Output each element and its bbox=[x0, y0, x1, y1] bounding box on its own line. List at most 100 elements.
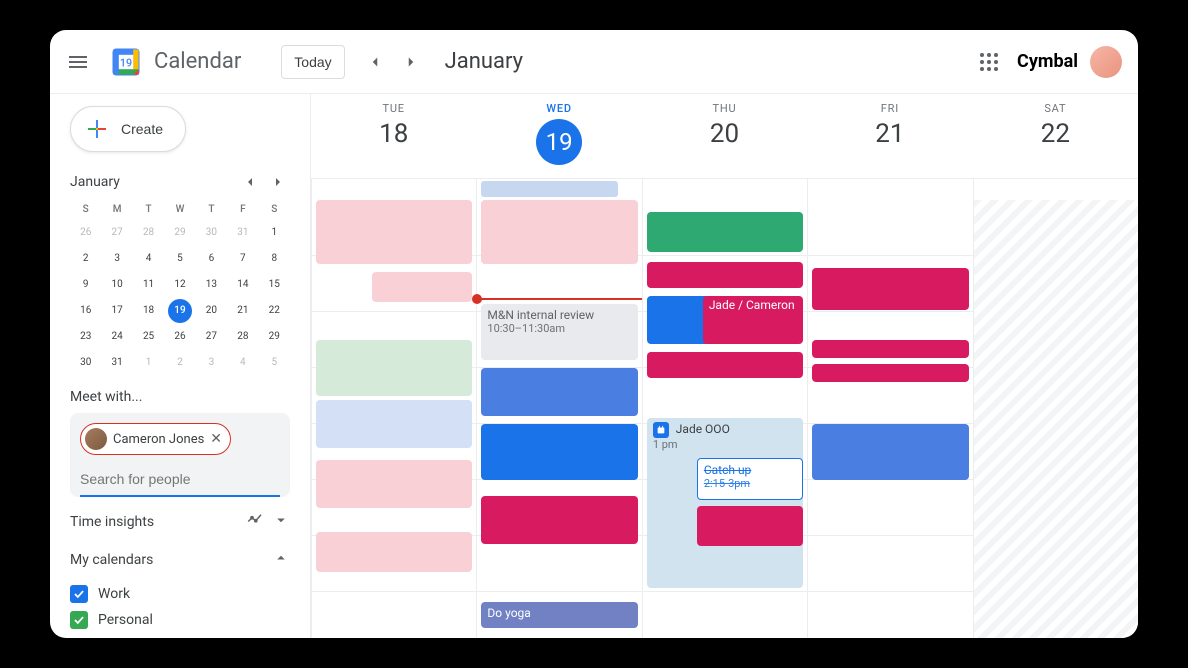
event-block[interactable] bbox=[647, 212, 803, 252]
my-calendars-toggle[interactable]: My calendars bbox=[70, 549, 290, 571]
event-block[interactable] bbox=[812, 424, 968, 480]
event-block[interactable] bbox=[481, 424, 637, 480]
event-block[interactable] bbox=[372, 272, 472, 302]
event-block[interactable] bbox=[481, 496, 637, 544]
mini-day[interactable]: 7 bbox=[231, 247, 255, 271]
mini-day[interactable]: 26 bbox=[74, 221, 98, 245]
now-indicator bbox=[477, 298, 641, 300]
time-insights-toggle[interactable]: Time insights bbox=[70, 511, 290, 533]
mini-day[interactable]: 1 bbox=[262, 221, 286, 245]
mini-day[interactable]: 27 bbox=[105, 221, 129, 245]
event-do-yoga[interactable]: Do yoga bbox=[481, 602, 637, 628]
mini-dow: M bbox=[101, 200, 132, 219]
calendar-checkbox[interactable] bbox=[70, 611, 88, 629]
mini-day[interactable]: 18 bbox=[137, 299, 161, 323]
prev-week-button[interactable] bbox=[357, 44, 393, 80]
day-column-fri[interactable] bbox=[807, 200, 972, 638]
mini-day[interactable]: 21 bbox=[231, 299, 255, 323]
event-block[interactable] bbox=[316, 200, 472, 264]
event-block[interactable] bbox=[316, 400, 472, 448]
day-column-tue[interactable] bbox=[311, 200, 476, 638]
search-people-input[interactable] bbox=[80, 463, 280, 497]
mini-day[interactable]: 5 bbox=[262, 351, 286, 375]
mini-day[interactable]: 5 bbox=[168, 247, 192, 271]
mini-day[interactable]: 9 bbox=[74, 273, 98, 297]
mini-day[interactable]: 22 bbox=[262, 299, 286, 323]
day-column-thu[interactable]: Jade / Cameron Jade OOO 1 pm Catch up 2:… bbox=[642, 200, 807, 638]
event-block[interactable] bbox=[647, 352, 803, 378]
mini-day[interactable]: 1 bbox=[137, 351, 161, 375]
mini-day[interactable]: 3 bbox=[105, 247, 129, 271]
mini-day[interactable]: 28 bbox=[137, 221, 161, 245]
mini-day[interactable]: 16 bbox=[74, 299, 98, 323]
event-block[interactable] bbox=[812, 340, 968, 358]
event-block[interactable] bbox=[812, 364, 968, 382]
today-button[interactable]: Today bbox=[281, 45, 344, 79]
mini-prev-month[interactable] bbox=[238, 170, 262, 194]
event-block[interactable] bbox=[316, 340, 472, 396]
mini-day[interactable]: 4 bbox=[231, 351, 255, 375]
event-block[interactable] bbox=[697, 506, 803, 546]
mini-day[interactable]: 14 bbox=[231, 273, 255, 297]
day-column-wed[interactable]: M&N internal review 10:30–11:30am Do yog… bbox=[476, 200, 641, 638]
mini-day[interactable]: 23 bbox=[74, 325, 98, 349]
mini-dow: T bbox=[196, 200, 227, 219]
mini-day[interactable]: 2 bbox=[74, 247, 98, 271]
calendar-item[interactable]: Work bbox=[70, 581, 290, 607]
event-jade-ooo[interactable]: Jade OOO 1 pm bbox=[647, 418, 803, 588]
day-header-cell[interactable]: SAT22 bbox=[973, 94, 1138, 178]
mini-day[interactable]: 10 bbox=[105, 273, 129, 297]
mini-next-month[interactable] bbox=[266, 170, 290, 194]
event-mn-review[interactable]: M&N internal review 10:30–11:30am bbox=[481, 304, 637, 360]
user-avatar[interactable] bbox=[1090, 46, 1122, 78]
mini-calendar-grid[interactable]: SMTWTFS262728293031123456789101112131415… bbox=[70, 200, 290, 375]
person-chip[interactable]: Cameron Jones ✕ bbox=[80, 423, 231, 455]
mini-day[interactable]: 20 bbox=[199, 299, 223, 323]
mini-day[interactable]: 31 bbox=[231, 221, 255, 245]
event-block[interactable] bbox=[316, 532, 472, 572]
mini-day[interactable]: 25 bbox=[137, 325, 161, 349]
event-block[interactable] bbox=[481, 200, 637, 264]
mini-day[interactable]: 24 bbox=[105, 325, 129, 349]
mini-day[interactable]: 6 bbox=[199, 247, 223, 271]
mini-day[interactable]: 31 bbox=[105, 351, 129, 375]
next-week-button[interactable] bbox=[393, 44, 429, 80]
chip-remove-icon[interactable]: ✕ bbox=[210, 431, 222, 447]
calendar-item[interactable]: Personal bbox=[70, 607, 290, 633]
calendar-checkbox[interactable] bbox=[70, 585, 88, 603]
mini-day[interactable]: 15 bbox=[262, 273, 286, 297]
mini-day[interactable]: 2 bbox=[168, 351, 192, 375]
mini-day[interactable]: 4 bbox=[137, 247, 161, 271]
event-block[interactable] bbox=[812, 268, 968, 310]
mini-day[interactable]: 29 bbox=[168, 221, 192, 245]
mini-day[interactable]: 3 bbox=[199, 351, 223, 375]
mini-day[interactable]: 11 bbox=[137, 273, 161, 297]
menu-icon[interactable] bbox=[66, 50, 90, 74]
day-header-cell[interactable]: FRI21 bbox=[807, 94, 972, 178]
mini-day[interactable]: 19 bbox=[168, 299, 192, 323]
mini-day[interactable]: 30 bbox=[199, 221, 223, 245]
event-catch-up[interactable]: Catch up 2:15-3pm bbox=[697, 458, 803, 500]
mini-day[interactable]: 30 bbox=[74, 351, 98, 375]
day-header-cell[interactable]: WED19 bbox=[476, 94, 641, 178]
create-button[interactable]: Create bbox=[70, 106, 186, 152]
mini-day[interactable]: 27 bbox=[199, 325, 223, 349]
mini-day[interactable]: 17 bbox=[105, 299, 129, 323]
chevron-up-icon bbox=[272, 549, 290, 571]
mini-day[interactable]: 12 bbox=[168, 273, 192, 297]
day-column-sat[interactable] bbox=[973, 200, 1138, 638]
apps-grid-icon[interactable] bbox=[977, 50, 1001, 74]
day-header-cell[interactable]: TUE18 bbox=[311, 94, 476, 178]
event-jade-cameron[interactable]: Jade / Cameron bbox=[703, 296, 803, 344]
event-block[interactable] bbox=[481, 368, 637, 416]
mini-day[interactable]: 29 bbox=[262, 325, 286, 349]
svg-text:19: 19 bbox=[120, 56, 132, 69]
mini-day[interactable]: 8 bbox=[262, 247, 286, 271]
allday-event[interactable] bbox=[481, 181, 617, 197]
event-block[interactable] bbox=[316, 460, 472, 508]
mini-day[interactable]: 26 bbox=[168, 325, 192, 349]
event-block[interactable] bbox=[647, 262, 803, 288]
mini-day[interactable]: 13 bbox=[199, 273, 223, 297]
mini-day[interactable]: 28 bbox=[231, 325, 255, 349]
day-header-cell[interactable]: THU20 bbox=[642, 94, 807, 178]
